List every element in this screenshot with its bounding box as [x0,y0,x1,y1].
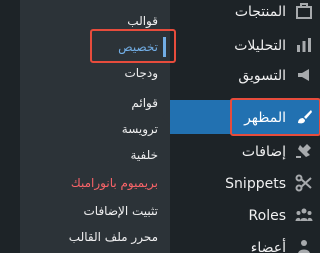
submenu-item-menus[interactable]: قوائم [20,90,170,116]
marketing-icon [294,66,314,86]
submenu-item-install-plugins[interactable]: تثبيت الإضافات [20,198,170,224]
submenu-item-background[interactable]: خلفية [20,142,170,168]
submenu-item-premium[interactable]: بريميوم بانورامبك [20,170,170,196]
submenu-item-theme-editor[interactable]: محرر ملف القالب [20,224,170,250]
menu-label: Snippets [225,176,286,192]
analytics-icon [294,36,314,56]
submenu-item-header[interactable]: ترويسة [20,116,170,142]
menu-item-snippets[interactable]: Snippets [170,166,320,200]
menu-label: إضافات [241,144,286,160]
menu-label: المنتجات [234,4,286,20]
users-icon [294,206,314,226]
menu-label: التسويق [238,68,286,84]
menu-item-analytics[interactable]: التحليلات [170,28,320,62]
menu-label: Roles [248,208,286,224]
scissors-icon [294,174,314,194]
menu-item-members[interactable]: أعضاء [170,230,320,253]
highlight-box-appearance [230,98,320,136]
menu-label: التحليلات [234,38,286,54]
menu-item-plugins[interactable]: إضافات [170,134,320,168]
plugin-icon [294,142,314,162]
menu-item-roles[interactable]: Roles [170,198,320,232]
highlight-box-customize [90,29,176,63]
submenu-item-widgets[interactable]: ودجات [20,60,170,86]
menu-item-products[interactable]: المنتجات [170,0,320,28]
products-icon [294,2,314,22]
user-icon [294,238,314,253]
menu-item-marketing[interactable]: التسويق [170,58,320,92]
menu-label: أعضاء [250,240,286,253]
